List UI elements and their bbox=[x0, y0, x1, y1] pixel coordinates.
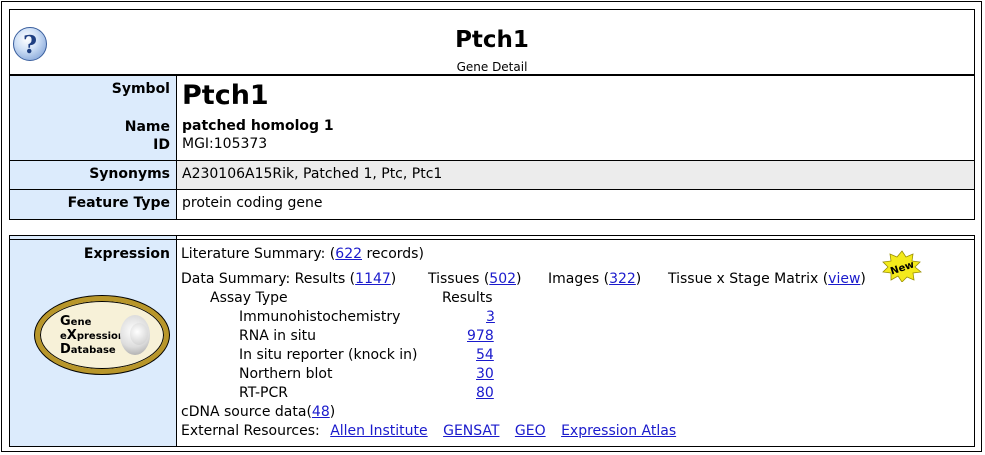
literature-summary: Literature Summary: (622 records) bbox=[181, 246, 424, 262]
data-summary: Data Summary: Results (1147) bbox=[181, 271, 397, 287]
assay-type-header: Assay Type bbox=[210, 290, 288, 306]
assay-name: RNA in situ bbox=[239, 328, 316, 344]
symbol-value: Ptch1 bbox=[182, 80, 269, 111]
matrix-summary: Tissue x Stage Matrix (view) bbox=[668, 271, 866, 287]
assay-name: In situ reporter (knock in) bbox=[239, 347, 418, 363]
images-summary: Images (322) bbox=[548, 271, 642, 287]
id-label: ID bbox=[153, 137, 170, 153]
tissues-summary: Tissues (502) bbox=[428, 271, 522, 287]
section-top-rule bbox=[10, 239, 974, 240]
assay-count-link[interactable]: 54 bbox=[476, 347, 494, 363]
gxd-logo[interactable]: Gene eXpression Database bbox=[35, 296, 169, 374]
cdna-count-link[interactable]: 48 bbox=[312, 404, 330, 420]
synonyms-label: Synonyms bbox=[89, 166, 170, 182]
embryo-icon bbox=[130, 323, 148, 345]
row-divider bbox=[10, 160, 974, 161]
feature-type-label: Feature Type bbox=[67, 195, 170, 211]
new-badge-icon: New bbox=[882, 250, 922, 282]
gene-detail-section: Symbol Ptch1 Name patched homolog 1 ID M… bbox=[9, 75, 975, 220]
page-title: Ptch1 bbox=[455, 27, 529, 53]
images-count-link[interactable]: 322 bbox=[609, 271, 636, 287]
external-resources-label: External Resources: bbox=[181, 423, 320, 439]
external-link-gensat[interactable]: GENSAT bbox=[443, 423, 499, 439]
assay-count-link[interactable]: 3 bbox=[486, 309, 495, 325]
synonyms-value: A230106A15Rik, Patched 1, Ptc, Ptc1 bbox=[182, 166, 443, 182]
id-value: MGI:105373 bbox=[182, 136, 268, 152]
page-subtitle: Gene Detail bbox=[456, 60, 528, 74]
name-label: Name bbox=[124, 119, 170, 135]
tissues-count-link[interactable]: 502 bbox=[489, 271, 516, 287]
name-value: patched homolog 1 bbox=[182, 118, 334, 134]
cdna-source-data: cDNA source data(48) bbox=[181, 404, 336, 420]
row-divider bbox=[10, 189, 974, 190]
assay-count-link[interactable]: 30 bbox=[476, 366, 494, 382]
gxd-logo-text: Gene eXpression Database bbox=[60, 314, 126, 357]
expression-label: Expression bbox=[83, 246, 170, 262]
results-count-link[interactable]: 1147 bbox=[355, 271, 391, 287]
matrix-view-link[interactable]: view bbox=[828, 271, 860, 287]
feature-type-value: protein coding gene bbox=[182, 195, 323, 211]
results-header: Results bbox=[442, 290, 493, 306]
assay-name: RT-PCR bbox=[239, 385, 288, 401]
literature-count-link[interactable]: 622 bbox=[335, 246, 362, 262]
assay-count-link[interactable]: 978 bbox=[467, 328, 494, 344]
page-header: ? Ptch1 Gene Detail bbox=[9, 9, 975, 75]
assay-name: Immunohistochemistry bbox=[239, 309, 401, 325]
external-link-expression-atlas[interactable]: Expression Atlas bbox=[561, 423, 676, 439]
expression-section: Expression Gene eXpression Database Lite… bbox=[9, 235, 975, 447]
external-link-allen-institute[interactable]: Allen Institute bbox=[330, 423, 427, 439]
assay-name: Northern blot bbox=[239, 366, 333, 382]
external-resources: External Resources: Allen Institute GENS… bbox=[181, 423, 676, 439]
external-link-geo[interactable]: GEO bbox=[515, 423, 546, 439]
symbol-label: Symbol bbox=[111, 81, 170, 97]
assay-count-link[interactable]: 80 bbox=[476, 385, 494, 401]
